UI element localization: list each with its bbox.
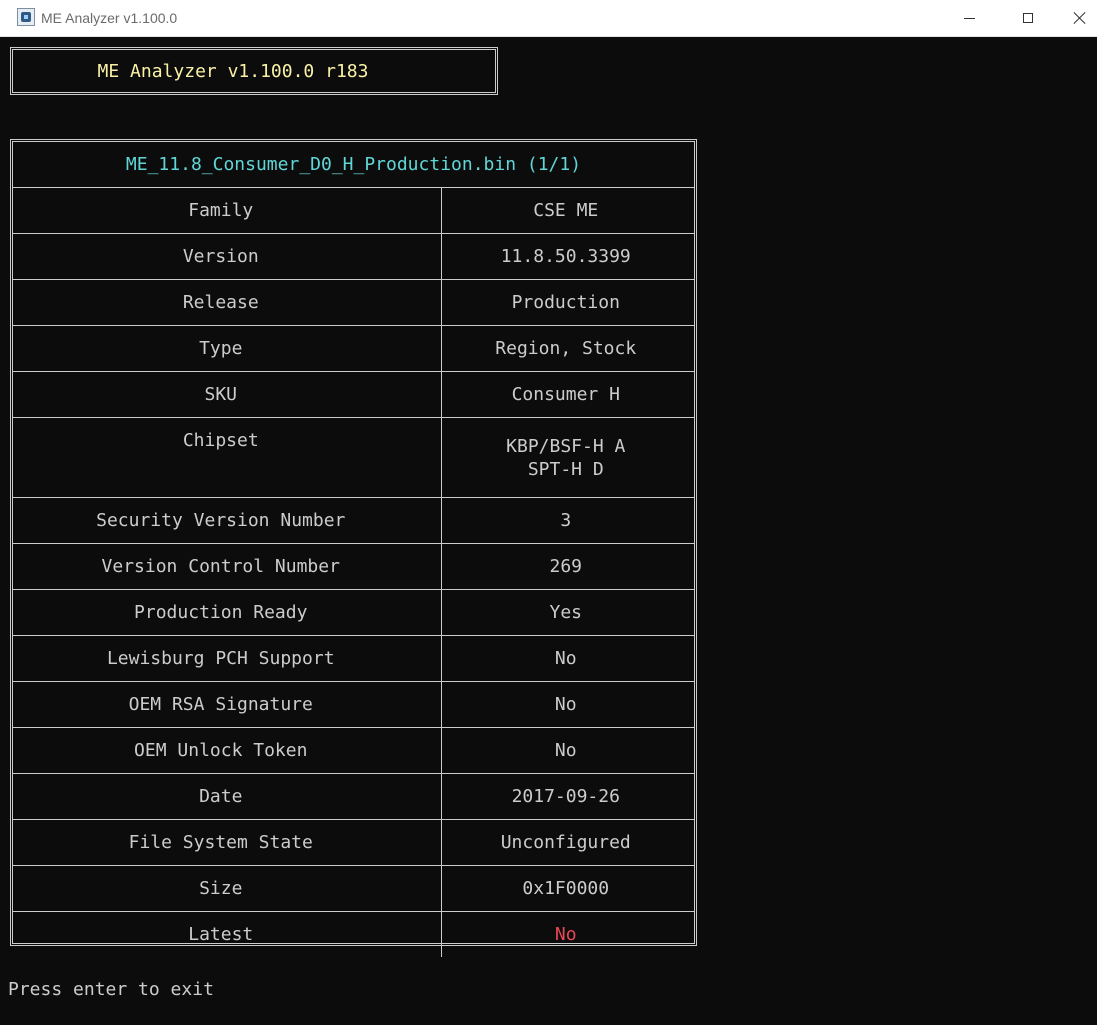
table-row: Type Region, Stock — [13, 325, 694, 372]
header-box: ME Analyzer v1.100.0 r183 — [10, 47, 498, 95]
row-label-sku: SKU — [13, 371, 442, 418]
row-value-fs-state: Unconfigured — [440, 819, 694, 866]
window-title: ME Analyzer v1.100.0 — [41, 10, 178, 26]
table-row: Production Ready Yes — [13, 589, 694, 636]
row-label-oem-unlock: OEM Unlock Token — [13, 727, 442, 774]
table-row: SKU Consumer H — [13, 371, 694, 418]
table-row: OEM RSA Signature No — [13, 681, 694, 728]
table-row: Security Version Number 3 — [13, 497, 694, 544]
row-label-oem-rsa: OEM RSA Signature — [13, 681, 442, 728]
row-value-sku: Consumer H — [440, 371, 694, 418]
table-row: Release Production — [13, 279, 694, 326]
row-label-production-ready: Production Ready — [13, 589, 442, 636]
row-label-fs-state: File System State — [13, 819, 442, 866]
row-value-family: CSE ME — [440, 187, 694, 234]
row-value-release: Production — [440, 279, 694, 326]
table-row: Latest No — [13, 911, 694, 957]
row-label-version: Version — [13, 233, 442, 280]
title-bar[interactable]: ME Analyzer v1.100.0 — [0, 0, 1097, 37]
maximize-icon — [1023, 13, 1033, 23]
row-value-vcn: 269 — [440, 543, 694, 590]
table-row: Lewisburg PCH Support No — [13, 635, 694, 682]
console-output[interactable]: ME Analyzer v1.100.0 r183 ME_11.8_Consum… — [0, 37, 1097, 1025]
chipset-line-1: KBP/BSF-H A — [506, 435, 626, 457]
row-value-oem-unlock: No — [440, 727, 694, 774]
row-label-vcn: Version Control Number — [13, 543, 442, 590]
row-value-lewisburg: No — [440, 635, 694, 682]
header-title: ME Analyzer v1.100.0 r183 — [97, 60, 369, 82]
row-value-production-ready: Yes — [440, 589, 694, 636]
row-value-svn: 3 — [440, 497, 694, 544]
maximize-button[interactable] — [1005, 0, 1051, 36]
row-value-date: 2017-09-26 — [440, 773, 694, 820]
row-label-chipset: Chipset — [13, 417, 442, 498]
firmware-info-table: ME_11.8_Consumer_D0_H_Production.bin (1/… — [10, 139, 697, 957]
table-row: Version Control Number 269 — [13, 543, 694, 590]
exit-prompt: Press enter to exit — [8, 979, 214, 1000]
minimize-button[interactable] — [946, 0, 992, 36]
row-value-oem-rsa: No — [440, 681, 694, 728]
chipset-line-2: SPT-H D — [527, 458, 604, 480]
table-row: File System State Unconfigured — [13, 819, 694, 866]
row-value-size: 0x1F0000 — [440, 865, 694, 912]
row-value-latest: No — [440, 911, 694, 957]
close-icon — [1074, 12, 1086, 24]
row-label-date: Date — [13, 773, 442, 820]
app-icon[interactable] — [17, 8, 35, 26]
row-value-type: Region, Stock — [440, 325, 694, 372]
row-label-type: Type — [13, 325, 442, 372]
table-row: Date 2017-09-26 — [13, 773, 694, 820]
row-label-family: Family — [13, 187, 442, 234]
row-label-svn: Security Version Number — [13, 497, 442, 544]
table-row: Family CSE ME — [13, 187, 694, 234]
table-row: Size 0x1F0000 — [13, 865, 694, 912]
table-row: Chipset KBP/BSF-H A SPT-H D — [13, 417, 694, 498]
row-label-release: Release — [13, 279, 442, 326]
row-label-size: Size — [13, 865, 442, 912]
row-label-lewisburg: Lewisburg PCH Support — [13, 635, 442, 682]
table-row: Version 11.8.50.3399 — [13, 233, 694, 280]
file-title: ME_11.8_Consumer_D0_H_Production.bin (1/… — [13, 142, 694, 188]
row-value-chipset: KBP/BSF-H A SPT-H D — [440, 417, 694, 498]
close-button[interactable] — [1063, 0, 1097, 36]
table-row: OEM Unlock Token No — [13, 727, 694, 774]
minimize-icon — [963, 17, 975, 19]
row-label-latest: Latest — [13, 911, 442, 957]
console-window: ME Analyzer v1.100.0 ME Analyzer v1.100.… — [0, 0, 1097, 1025]
row-value-version: 11.8.50.3399 — [440, 233, 694, 280]
